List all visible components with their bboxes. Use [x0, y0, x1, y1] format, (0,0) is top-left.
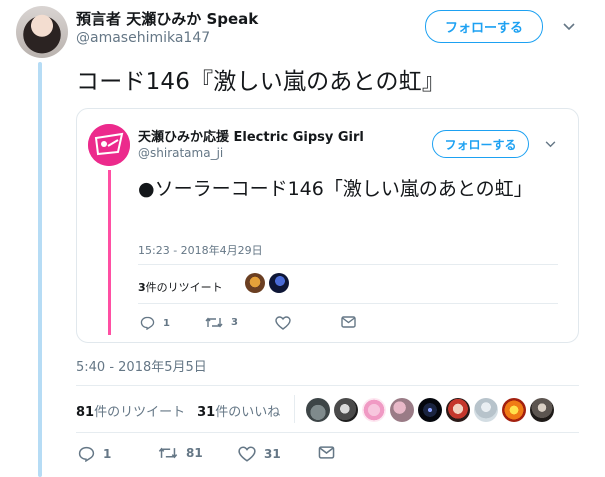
avatar[interactable] — [362, 398, 386, 422]
quoted-author-handle[interactable]: @shiratama_ji — [138, 146, 223, 160]
avatar[interactable] — [306, 398, 330, 422]
quoted-thread-line — [108, 170, 111, 335]
retweet-stat-count: 81 — [76, 405, 95, 420]
divider — [138, 303, 558, 304]
reply-count: 1 — [103, 447, 112, 461]
author-avatar[interactable] — [16, 6, 68, 58]
retweet-stat[interactable]: 81件のリツイート — [76, 405, 185, 420]
liker-avatars — [306, 398, 554, 422]
divider — [76, 385, 579, 386]
reply-icon — [140, 316, 155, 330]
like-stat-count: 31 — [197, 405, 216, 420]
quoted-tweet-text: ●ソーラーコード146「激しい嵐のあとの虹」 — [138, 178, 533, 200]
message-icon — [341, 316, 356, 328]
like-icon — [238, 446, 256, 462]
thread-line — [38, 62, 42, 477]
avatar[interactable] — [446, 398, 470, 422]
chevron-down-icon[interactable] — [545, 137, 556, 151]
retweet-action-count: 81 — [186, 446, 203, 460]
like-icon — [275, 316, 291, 330]
divider — [294, 395, 295, 423]
tweet-timestamp[interactable]: 5:40 - 2018年5月5日 — [76, 356, 207, 375]
quoted-retweet-label: 件のリツイート — [145, 281, 223, 294]
quoted-author-name[interactable]: 天瀬ひみか応援 Electric Gipsy Girl — [138, 126, 364, 145]
divider — [76, 432, 579, 433]
like-button[interactable]: 31 — [238, 446, 281, 462]
quoted-timestamp[interactable]: 15:23 - 2018年4月29日 — [138, 242, 263, 258]
quoted-author-avatar[interactable] — [88, 124, 130, 166]
message-icon — [318, 446, 335, 459]
quoted-retweeter-avatars — [245, 273, 289, 293]
tweet-stats: 81件のリツイート 31件のいいね — [76, 401, 280, 420]
divider — [138, 264, 558, 265]
quoted-retweet-action-count: 3 — [231, 317, 238, 328]
quoted-retweet-count: 3 — [138, 281, 146, 294]
quoted-follow-button[interactable]: フォローする — [432, 130, 529, 158]
avatar[interactable] — [474, 398, 498, 422]
message-button[interactable] — [318, 446, 335, 459]
retweet-stat-label: 件のリツイート — [94, 405, 186, 420]
tweet-text: コード146『激しい嵐のあとの虹』 — [76, 69, 446, 95]
avatar[interactable] — [502, 398, 526, 422]
quoted-reply-button[interactable]: 1 — [140, 316, 170, 330]
quoted-reply-count: 1 — [163, 317, 170, 329]
avatar[interactable] — [390, 398, 414, 422]
like-action-count: 31 — [264, 447, 281, 461]
retweet-icon — [205, 317, 223, 328]
quoted-message-button[interactable] — [341, 316, 356, 328]
reply-button[interactable]: 1 — [78, 446, 111, 462]
avatar[interactable] — [418, 398, 442, 422]
reply-icon — [78, 446, 95, 462]
like-stat-label: 件のいいね — [215, 405, 281, 420]
follow-button[interactable]: フォローする — [425, 10, 543, 43]
like-stat[interactable]: 31件のいいね — [197, 405, 280, 420]
avatar[interactable] — [334, 398, 358, 422]
author-handle[interactable]: @amasehimika147 — [76, 30, 210, 46]
author-name[interactable]: 預言者 天瀬ひみか Speak — [76, 8, 258, 29]
quoted-like-button[interactable] — [275, 316, 291, 330]
avatar[interactable] — [269, 273, 289, 293]
quoted-retweet-button[interactable]: 3 — [205, 316, 238, 329]
retweet-icon — [158, 447, 178, 459]
quoted-retweet-stat[interactable]: 3件のリツイート — [138, 279, 223, 295]
chevron-down-icon[interactable] — [563, 20, 575, 34]
retweet-button[interactable]: 81 — [158, 446, 203, 460]
avatar[interactable] — [245, 273, 265, 293]
avatar[interactable] — [530, 398, 554, 422]
